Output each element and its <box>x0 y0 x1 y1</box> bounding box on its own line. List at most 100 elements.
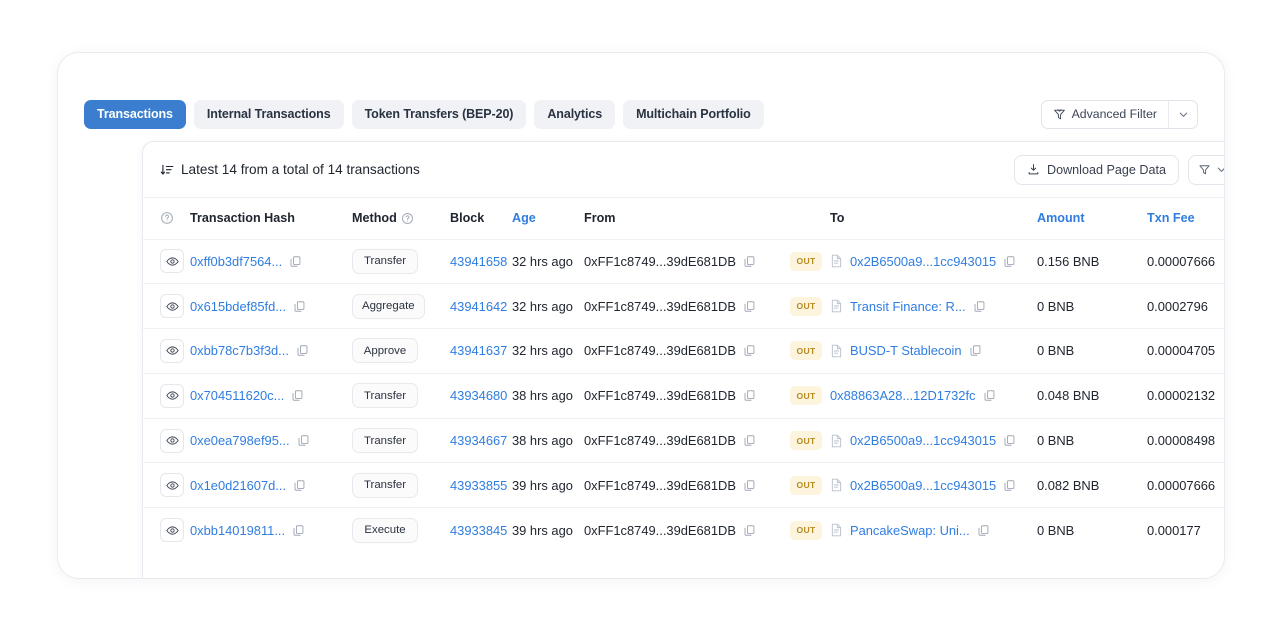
table-bottom-fade <box>143 578 1225 579</box>
to-address-link[interactable]: Transit Finance: R... <box>850 299 966 314</box>
block-link[interactable]: 43941658 <box>450 254 507 269</box>
to-address-link[interactable]: 0x88863A28...12D1732fc <box>830 388 976 403</box>
col-age[interactable]: Age <box>512 198 584 239</box>
from-address: 0xFF1c8749...39dE681DB <box>584 298 736 314</box>
copy-icon[interactable] <box>983 389 996 402</box>
chevron-down-icon <box>1178 109 1189 120</box>
copy-icon[interactable] <box>289 255 302 268</box>
tab-token-transfers[interactable]: Token Transfers (BEP-20) <box>351 99 527 129</box>
copy-icon[interactable] <box>743 524 756 537</box>
tab-analytics[interactable]: Analytics <box>534 99 616 129</box>
transaction-hash-link[interactable]: 0x615bdef85fd... <box>190 299 286 314</box>
copy-icon[interactable] <box>1003 255 1016 268</box>
cell-direction: OUT <box>790 283 830 329</box>
method-badge[interactable]: Transfer <box>352 248 418 274</box>
block-link[interactable]: 43934680 <box>450 388 507 403</box>
preview-button[interactable] <box>160 518 184 543</box>
copy-icon[interactable] <box>743 300 756 313</box>
copy-icon[interactable] <box>969 344 982 357</box>
to-address-link[interactable]: BUSD-T Stablecoin <box>850 343 962 358</box>
cell-amount: 0 BNB <box>1037 507 1147 553</box>
block-link[interactable]: 43933845 <box>450 523 507 538</box>
funnel-icon <box>1198 163 1211 176</box>
cell-txn-fee: 0.0002796 <box>1147 283 1224 329</box>
transaction-hash-link[interactable]: 0x1e0d21607d... <box>190 478 286 493</box>
copy-icon[interactable] <box>973 300 986 313</box>
copy-icon[interactable] <box>743 255 756 268</box>
copy-icon[interactable] <box>743 434 756 447</box>
method-badge[interactable]: Transfer <box>352 472 418 498</box>
copy-icon[interactable] <box>293 300 306 313</box>
cell-from: 0xFF1c8749...39dE681DB <box>584 283 790 329</box>
transaction-hash-link[interactable]: 0xff0b3df7564... <box>190 254 282 269</box>
copy-icon[interactable] <box>743 389 756 402</box>
table-filter-button[interactable] <box>1188 154 1224 185</box>
download-page-data-button[interactable]: Download Page Data <box>1013 154 1179 185</box>
tab-bar: Transactions Internal Transactions Token… <box>84 99 1198 129</box>
tab-transactions[interactable]: Transactions <box>84 99 186 129</box>
transaction-hash-link[interactable]: 0xe0ea798ef95... <box>190 433 290 448</box>
block-link[interactable]: 43941642 <box>450 299 507 314</box>
cell-direction: OUT <box>790 417 830 463</box>
to-address-link[interactable]: PancakeSwap: Uni... <box>850 523 970 538</box>
col-to: To <box>830 211 845 226</box>
cell-amount: 0.048 BNB <box>1037 372 1147 419</box>
cell-to: Transit Finance: R... <box>830 283 1037 329</box>
cell-txn-fee: 0.00008498 <box>1147 417 1224 463</box>
document-icon <box>830 299 843 313</box>
preview-button[interactable] <box>160 338 184 363</box>
method-badge[interactable]: Aggregate <box>352 293 425 319</box>
cell-transaction-hash: 0xbb78c7b3f3d... <box>190 328 352 374</box>
copy-icon[interactable] <box>743 344 756 357</box>
tab-multichain-portfolio[interactable]: Multichain Portfolio <box>623 99 764 129</box>
copy-icon[interactable] <box>977 524 990 537</box>
method-badge[interactable]: Transfer <box>352 428 418 454</box>
advanced-filter-dropdown-toggle[interactable] <box>1168 100 1197 128</box>
preview-button[interactable] <box>160 249 184 274</box>
copy-icon[interactable] <box>1003 434 1016 447</box>
col-transaction-hash[interactable]: Transaction Hash <box>190 198 352 239</box>
to-address-link[interactable]: 0x2B6500a9...1cc943015 <box>850 478 996 493</box>
cell-amount: 0.082 BNB <box>1037 462 1147 508</box>
cell-from: 0xFF1c8749...39dE681DB <box>584 462 790 508</box>
method-badge[interactable]: Execute <box>352 517 418 543</box>
copy-icon[interactable] <box>292 524 305 537</box>
tab-internal-transactions[interactable]: Internal Transactions <box>193 99 344 129</box>
transaction-hash-link[interactable]: 0xbb14019811... <box>190 523 285 538</box>
to-address-link[interactable]: 0x2B6500a9...1cc943015 <box>850 254 996 269</box>
copy-icon[interactable] <box>743 479 756 492</box>
preview-button[interactable] <box>160 383 184 408</box>
help-circle-icon[interactable] <box>160 211 190 225</box>
copy-icon[interactable] <box>297 434 310 447</box>
cell-to: 0x2B6500a9...1cc943015 <box>830 417 1037 463</box>
advanced-filter-button[interactable]: Advanced Filter <box>1042 101 1168 128</box>
preview-button[interactable] <box>160 294 184 319</box>
transaction-hash-link[interactable]: 0xbb78c7b3f3d... <box>190 343 289 358</box>
from-address: 0xFF1c8749...39dE681DB <box>584 388 736 404</box>
col-block[interactable]: Block <box>450 198 512 239</box>
method-badge[interactable]: Approve <box>352 338 418 364</box>
block-link[interactable]: 43934667 <box>450 433 507 448</box>
block-link[interactable]: 43933855 <box>450 478 507 493</box>
copy-icon[interactable] <box>293 479 306 492</box>
eye-icon <box>165 479 179 492</box>
table-header-row: Transaction Hash Method Block Age From T… <box>143 198 1224 239</box>
col-amount[interactable]: Amount <box>1037 198 1147 239</box>
cell-transaction-hash: 0xbb14019811... <box>190 507 352 553</box>
block-link[interactable]: 43941637 <box>450 343 507 358</box>
copy-icon[interactable] <box>291 389 304 402</box>
help-circle-icon[interactable] <box>401 212 414 225</box>
table-head: Transaction Hash Method Block Age From T… <box>143 198 1224 239</box>
copy-icon[interactable] <box>1003 479 1016 492</box>
preview-button[interactable] <box>160 473 184 498</box>
copy-icon[interactable] <box>296 344 309 357</box>
cell-age: 32 hrs ago <box>512 283 584 329</box>
col-txn-fee[interactable]: Txn Fee <box>1147 198 1224 239</box>
preview-button[interactable] <box>160 428 184 453</box>
tab-label: Transactions <box>97 107 173 121</box>
transaction-hash-link[interactable]: 0x704511620c... <box>190 388 284 403</box>
tab-label: Multichain Portfolio <box>636 107 751 121</box>
cell-txn-fee: 0.00007666 <box>1147 238 1224 284</box>
to-address-link[interactable]: 0x2B6500a9...1cc943015 <box>850 433 996 448</box>
method-badge[interactable]: Transfer <box>352 383 418 409</box>
